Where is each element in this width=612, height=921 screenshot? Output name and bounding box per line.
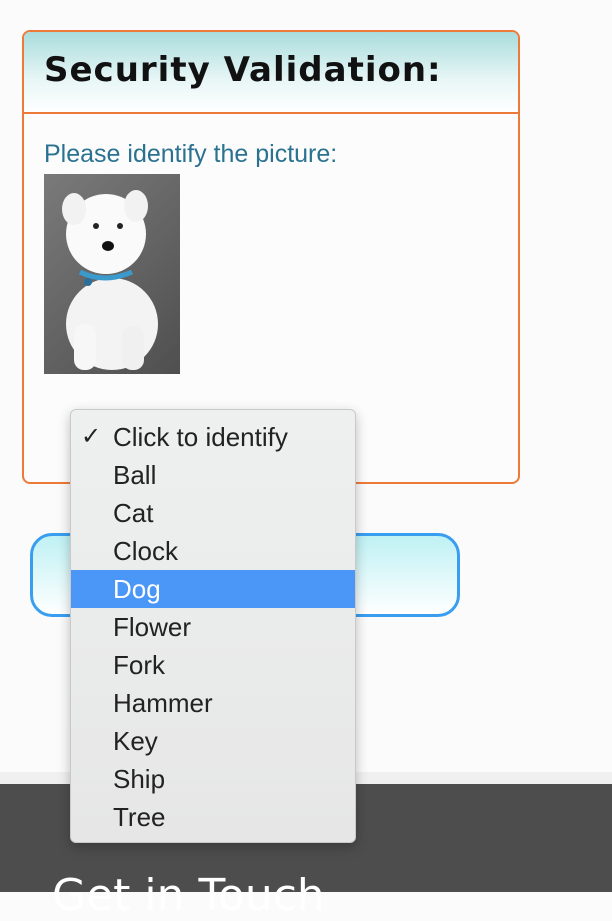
option-hammer[interactable]: Hammer (71, 684, 355, 722)
option-dog[interactable]: Dog (71, 570, 355, 608)
option-cat[interactable]: Cat (71, 494, 355, 532)
check-icon: ✓ (81, 423, 102, 450)
option-ball[interactable]: Ball (71, 456, 355, 494)
option-tree[interactable]: Tree (71, 798, 355, 836)
panel-header: Security Validation: (24, 32, 518, 114)
option-flower[interactable]: Flower (71, 608, 355, 646)
option-fork[interactable]: Fork (71, 646, 355, 684)
identify-select-dropdown[interactable]: ✓ Click to identify Ball Cat Clock Dog F… (70, 409, 356, 843)
option-label: Clock (113, 536, 179, 566)
option-label: Fork (113, 650, 165, 680)
option-click-to-identify[interactable]: ✓ Click to identify (71, 418, 355, 456)
identify-prompt: Please identify the picture: (44, 140, 338, 168)
captcha-image (44, 174, 180, 374)
option-label: Ball (113, 460, 157, 490)
option-label: Hammer (113, 688, 213, 718)
option-label: Tree (113, 802, 166, 832)
footer-title: Get in Touch (52, 870, 325, 921)
option-clock[interactable]: Clock (71, 532, 355, 570)
panel-title: Security Validation: (44, 50, 442, 90)
option-label: Click to identify (113, 422, 288, 452)
option-label: Flower (113, 612, 192, 642)
option-ship[interactable]: Ship (71, 760, 355, 798)
option-label: Dog (113, 574, 161, 604)
option-label: Ship (113, 764, 166, 794)
dog-picture (62, 190, 158, 370)
option-label: Cat (113, 498, 154, 528)
option-label: Key (113, 726, 158, 756)
option-key[interactable]: Key (71, 722, 355, 760)
